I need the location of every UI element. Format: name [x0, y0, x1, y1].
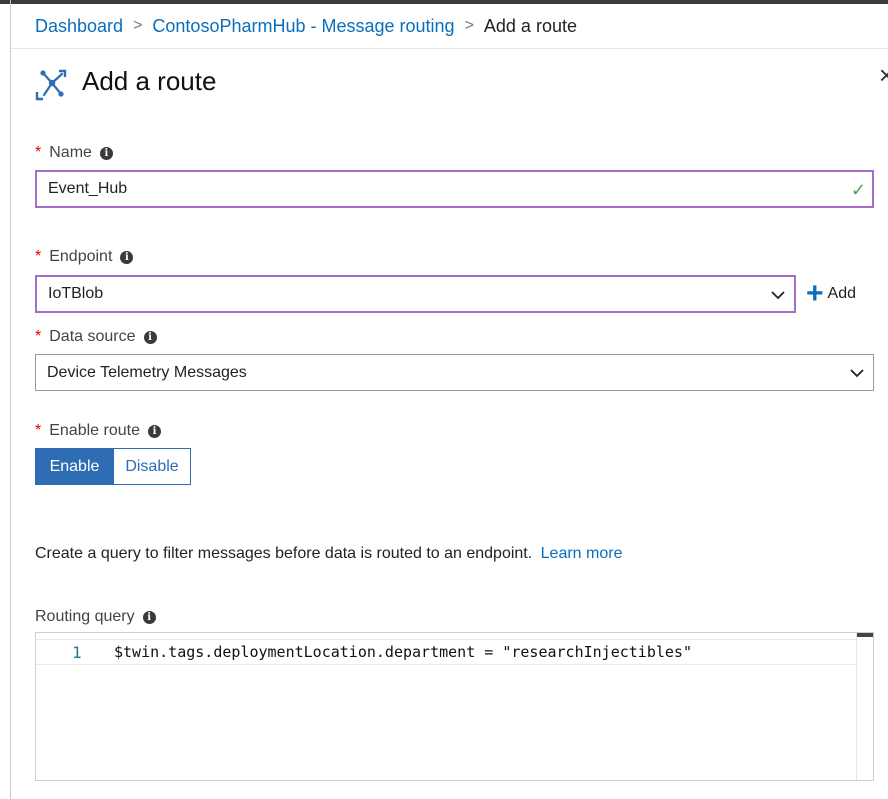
- breadcrumb-current: Add a route: [483, 15, 577, 36]
- enable-route-toggle: Enable Disable: [35, 448, 191, 485]
- editor-line: 1 $twin.tags.deploymentLocation.departme…: [36, 639, 858, 665]
- breadcrumb-separator: >: [464, 17, 474, 34]
- editor-scrollbar[interactable]: [856, 633, 873, 780]
- required-marker: *: [35, 144, 42, 161]
- data-source-select[interactable]: Device Telemetry Messages: [35, 354, 874, 391]
- blade-header: Add a route: [34, 58, 216, 104]
- data-source-select-value: Device Telemetry Messages: [47, 363, 247, 381]
- close-icon[interactable]: ×: [879, 60, 888, 91]
- chevron-down-icon[interactable]: [770, 287, 786, 303]
- name-label: * Name i: [35, 144, 113, 162]
- routing-query-editor[interactable]: 1 $twin.tags.deploymentLocation.departme…: [35, 632, 874, 781]
- required-marker: *: [35, 328, 42, 345]
- add-endpoint-label: Add: [827, 285, 856, 302]
- required-marker: *: [35, 248, 42, 265]
- breadcrumb-dashboard[interactable]: Dashboard: [35, 16, 123, 37]
- endpoint-label-text: Endpoint: [49, 248, 113, 265]
- name-label-text: Name: [49, 144, 92, 161]
- data-source-label: * Data source i: [35, 328, 157, 346]
- routing-query-label: Routing query i: [35, 608, 156, 626]
- add-endpoint-button[interactable]: + Add: [806, 277, 856, 310]
- endpoint-select[interactable]: IoTBlob: [35, 275, 796, 313]
- info-icon[interactable]: i: [99, 146, 113, 160]
- name-input[interactable]: Event_Hub ✓: [35, 170, 874, 208]
- endpoint-select-value: IoTBlob: [48, 285, 104, 302]
- data-source-label-text: Data source: [49, 328, 136, 345]
- name-input-value: Event_Hub: [48, 180, 128, 197]
- scrollbar-thumb[interactable]: [857, 633, 873, 637]
- disable-button[interactable]: Disable: [114, 448, 191, 485]
- query-info: Create a query to filter messages before…: [35, 545, 622, 563]
- info-icon[interactable]: i: [120, 250, 134, 264]
- breadcrumb-separator: >: [133, 17, 143, 34]
- code-line[interactable]: $twin.tags.deploymentLocation.department…: [114, 643, 692, 661]
- route-icon: [35, 69, 67, 101]
- check-icon: ✓: [850, 180, 866, 200]
- plus-icon: +: [806, 277, 824, 310]
- line-number: 1: [72, 643, 82, 662]
- routing-query-label-text: Routing query: [35, 608, 135, 625]
- chevron-down-icon[interactable]: [849, 365, 865, 381]
- breadcrumb: Dashboard > ContosoPharmHub - Message ro…: [11, 4, 888, 49]
- page-title: Add a route: [82, 65, 217, 96]
- enable-button[interactable]: Enable: [35, 448, 114, 485]
- breadcrumb-message-routing[interactable]: ContosoPharmHub - Message routing: [152, 16, 454, 37]
- query-info-text: Create a query to filter messages before…: [35, 545, 533, 562]
- enable-route-label: * Enable route i: [35, 422, 161, 440]
- required-marker: *: [35, 422, 42, 439]
- blade-left-border: [10, 0, 11, 799]
- endpoint-label: * Endpoint i: [35, 248, 134, 266]
- info-icon[interactable]: i: [143, 330, 157, 344]
- info-icon[interactable]: i: [142, 610, 156, 624]
- info-icon[interactable]: i: [147, 424, 161, 438]
- enable-route-label-text: Enable route: [49, 422, 140, 439]
- learn-more-link[interactable]: Learn more: [541, 545, 623, 562]
